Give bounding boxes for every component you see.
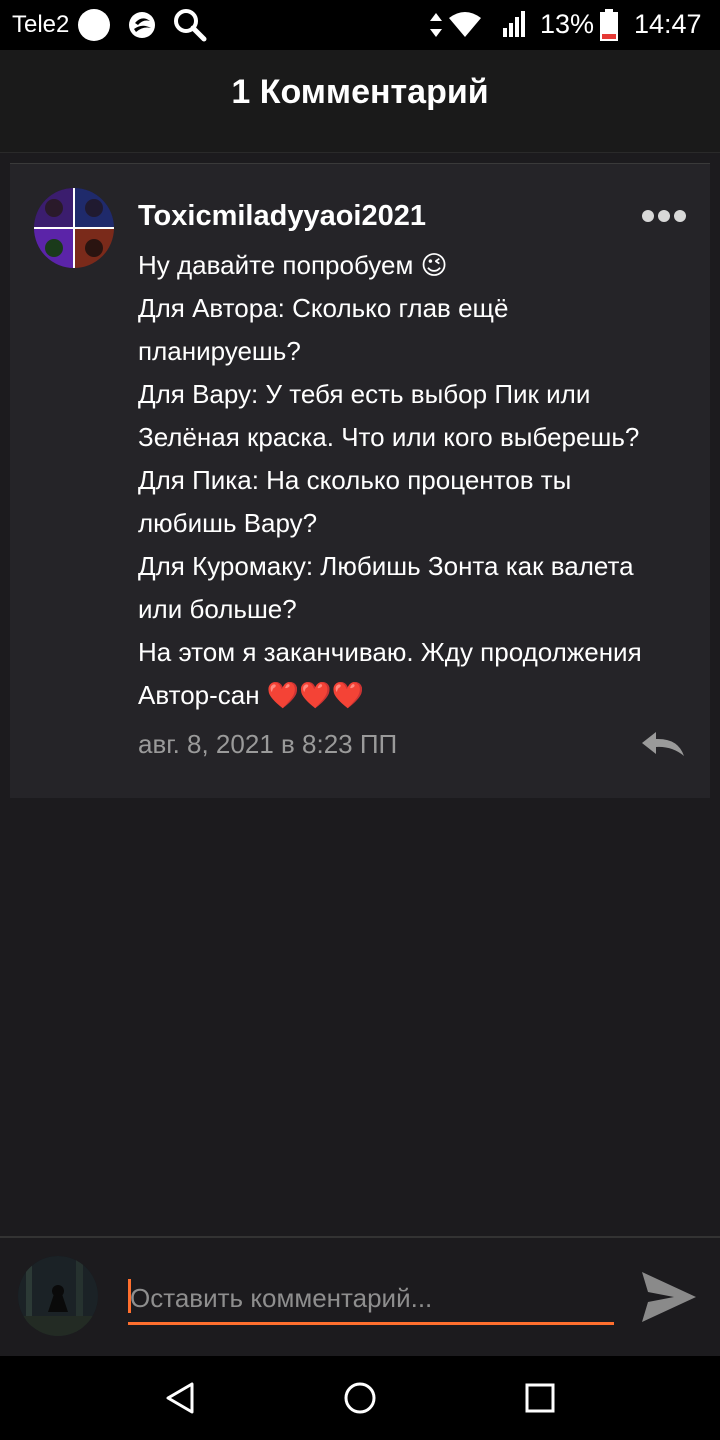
avatar-image (34, 188, 114, 268)
user-avatar-image (18, 1256, 98, 1336)
comment-line: любишь Вару? (138, 508, 318, 538)
text-caret (128, 1279, 131, 1313)
moon-icon (129, 12, 155, 38)
search-icon (174, 9, 207, 42)
comment-card: Toxicmiladyyaoi2021 Ну давайте попробуем… (10, 163, 710, 798)
comment-body: Ну давайте попробуем 😉 Для Автора: Сколь… (138, 244, 704, 717)
carrier-label: Tele2 (12, 11, 70, 38)
more-options-icon[interactable] (640, 206, 688, 226)
avatar[interactable] (34, 188, 114, 268)
comment-line: На этом я заканчиваю. Жду продолжения (138, 637, 642, 667)
page-title: 1 Комментарий (231, 73, 489, 111)
comment-line: Зелёная краска. Что или кого выберешь? (138, 422, 640, 452)
comment-username[interactable]: Toxicmiladyyaoi2021 (138, 200, 426, 233)
comment-line: Ну давайте попробуем 😉 (138, 250, 448, 280)
comment-timestamp: авг. 8, 2021 в 8:23 ПП (138, 729, 398, 759)
comment-line: Для Пика: На сколько процентов ты (138, 465, 572, 495)
status-bar: Tele2 13% 14:47 (0, 0, 720, 50)
comment-line: Для Куромаку: Любишь Зонта как валета (138, 551, 634, 581)
wifi-icon (449, 12, 481, 37)
battery-icon (600, 9, 618, 41)
comment-input[interactable] (128, 1274, 614, 1325)
back-icon[interactable] (162, 1380, 198, 1416)
comment-line: Для Автора: Сколько глав ещё (138, 293, 509, 323)
reply-icon[interactable] (640, 728, 688, 760)
page-header: 1 Комментарий (0, 50, 720, 153)
home-icon[interactable] (342, 1380, 378, 1416)
comment-composer (0, 1236, 720, 1358)
user-avatar[interactable] (18, 1256, 98, 1336)
system-nav-bar (0, 1356, 720, 1440)
comment-line: Для Вару: У тебя есть выбор Пик или (138, 379, 591, 409)
circle-icon (78, 9, 110, 41)
send-icon[interactable] (640, 1270, 698, 1324)
comment-line: или больше? (138, 594, 297, 624)
signal-icon (503, 11, 525, 37)
clock: 14:47 (634, 9, 702, 39)
battery-percent: 13% (540, 9, 595, 39)
recent-apps-icon[interactable] (522, 1380, 558, 1416)
comment-line: планируешь? (138, 336, 301, 366)
data-arrows-icon (430, 13, 442, 37)
comment-line: Автор-сан ❤️❤️❤️ (138, 680, 364, 710)
